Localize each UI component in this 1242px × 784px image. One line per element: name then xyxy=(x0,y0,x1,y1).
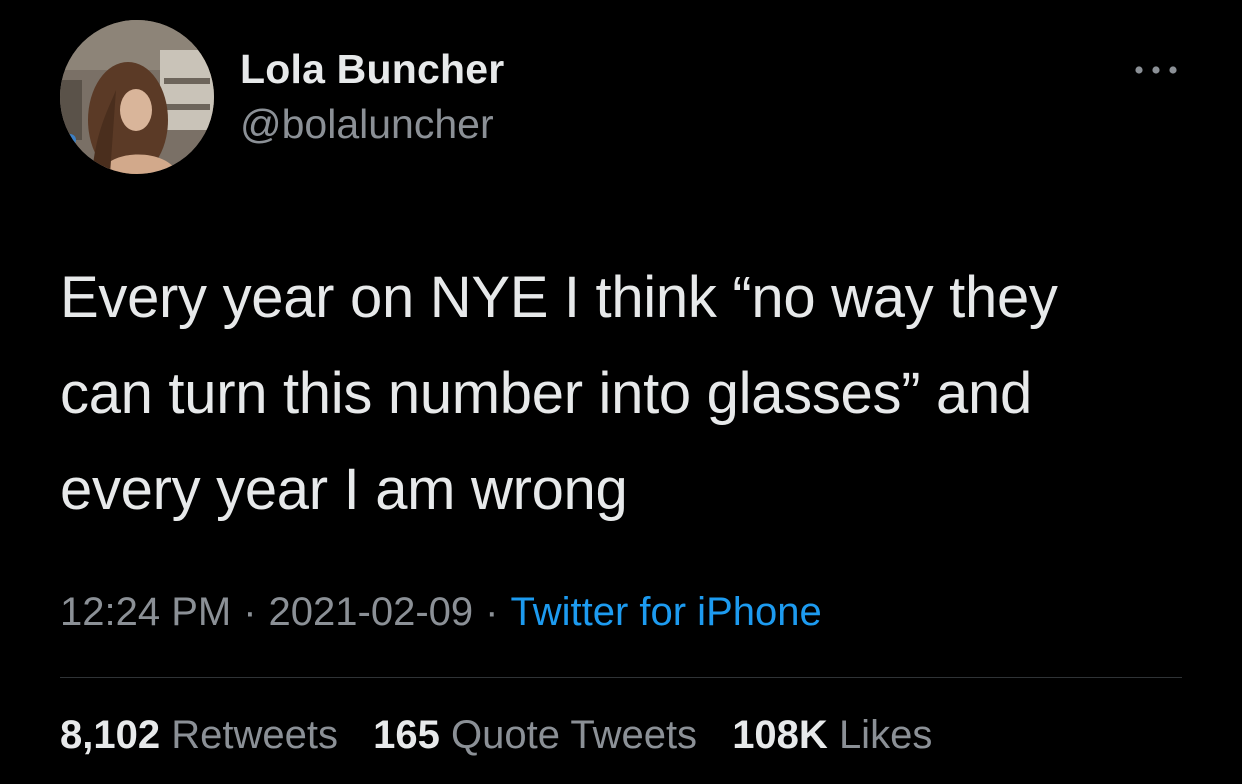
divider xyxy=(60,677,1182,678)
user-handle[interactable]: @bolaluncher xyxy=(240,101,494,148)
likes-stat[interactable]: 108K Likes xyxy=(732,713,932,758)
more-options-icon xyxy=(1135,66,1177,74)
display-name[interactable]: Lola Buncher xyxy=(240,46,504,93)
tweet-date[interactable]: 2021-02-09 xyxy=(269,590,474,634)
more-options-button[interactable] xyxy=(1128,52,1184,88)
tweet-text: Every year on NYE I think “no way they c… xyxy=(60,265,1058,522)
quote-tweets-stat[interactable]: 165 Quote Tweets xyxy=(373,713,697,758)
meta-separator: · xyxy=(243,590,257,634)
likes-count: 108K xyxy=(732,713,828,757)
tweet-stats: 8,102 Retweets 165 Quote Tweets 108K Lik… xyxy=(60,713,956,758)
meta-separator: · xyxy=(485,590,499,634)
tweet-meta: 12:24 PM · 2021-02-09 · Twitter for iPhone xyxy=(60,590,822,635)
avatar[interactable] xyxy=(60,20,214,174)
quote-tweets-count: 165 xyxy=(373,713,440,757)
tweet-source-link[interactable]: Twitter for iPhone xyxy=(510,590,821,634)
quote-tweets-label: Quote Tweets xyxy=(450,713,698,757)
retweets-stat[interactable]: 8,102 Retweets xyxy=(60,713,338,758)
tweet: Lola Buncher @bolaluncher Every year on … xyxy=(0,0,1242,784)
tweet-time[interactable]: 12:24 PM xyxy=(60,590,231,634)
likes-label: Likes xyxy=(838,713,933,757)
retweets-count: 8,102 xyxy=(60,713,161,757)
avatar-image xyxy=(60,20,214,174)
retweets-label: Retweets xyxy=(171,713,338,757)
